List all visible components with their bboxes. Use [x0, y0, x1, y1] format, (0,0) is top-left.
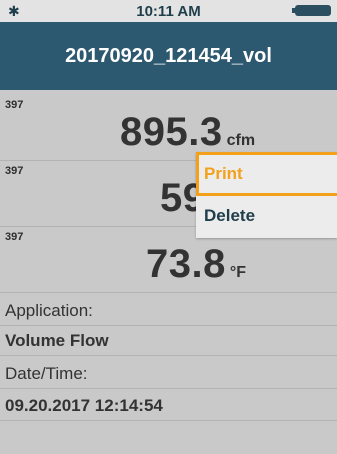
page-title: 20170920_121454_vol: [65, 45, 272, 67]
application-label-row: Application:: [0, 296, 337, 326]
status-time: 10:11 AM: [136, 3, 201, 20]
datetime-value: 09.20.2017 12:14:54: [5, 396, 163, 415]
context-menu: Print Delete: [196, 152, 337, 238]
application-label: Application:: [5, 301, 93, 320]
title-bar: 20170920_121454_vol: [0, 22, 337, 90]
probe-tag: 397: [5, 165, 24, 177]
reading-number: 73.8: [146, 242, 226, 286]
menu-item-delete[interactable]: Delete: [196, 198, 337, 238]
status-bar: ✱ 10:11 AM: [0, 0, 337, 22]
menu-item-print-label: Print: [204, 164, 243, 183]
application-value-row: Volume Flow: [0, 326, 337, 356]
reading-value: 73.8 °F: [146, 242, 246, 287]
battery-icon: [292, 5, 331, 16]
probe-tag: 397: [5, 99, 24, 111]
reading-unit: cfm: [226, 132, 256, 149]
application-value: Volume Flow: [5, 331, 109, 350]
menu-item-print[interactable]: Print: [196, 152, 337, 196]
datetime-label-row: Date/Time:: [0, 359, 337, 389]
reading-number: 895.3: [120, 110, 223, 154]
reading-value: 895.3 cfm: [120, 110, 255, 155]
reading-unit: °F: [229, 264, 247, 281]
menu-item-delete-label: Delete: [204, 206, 256, 225]
datetime-label: Date/Time:: [5, 364, 88, 383]
datetime-value-row: 09.20.2017 12:14:54: [0, 391, 337, 421]
probe-tag: 397: [5, 231, 24, 243]
